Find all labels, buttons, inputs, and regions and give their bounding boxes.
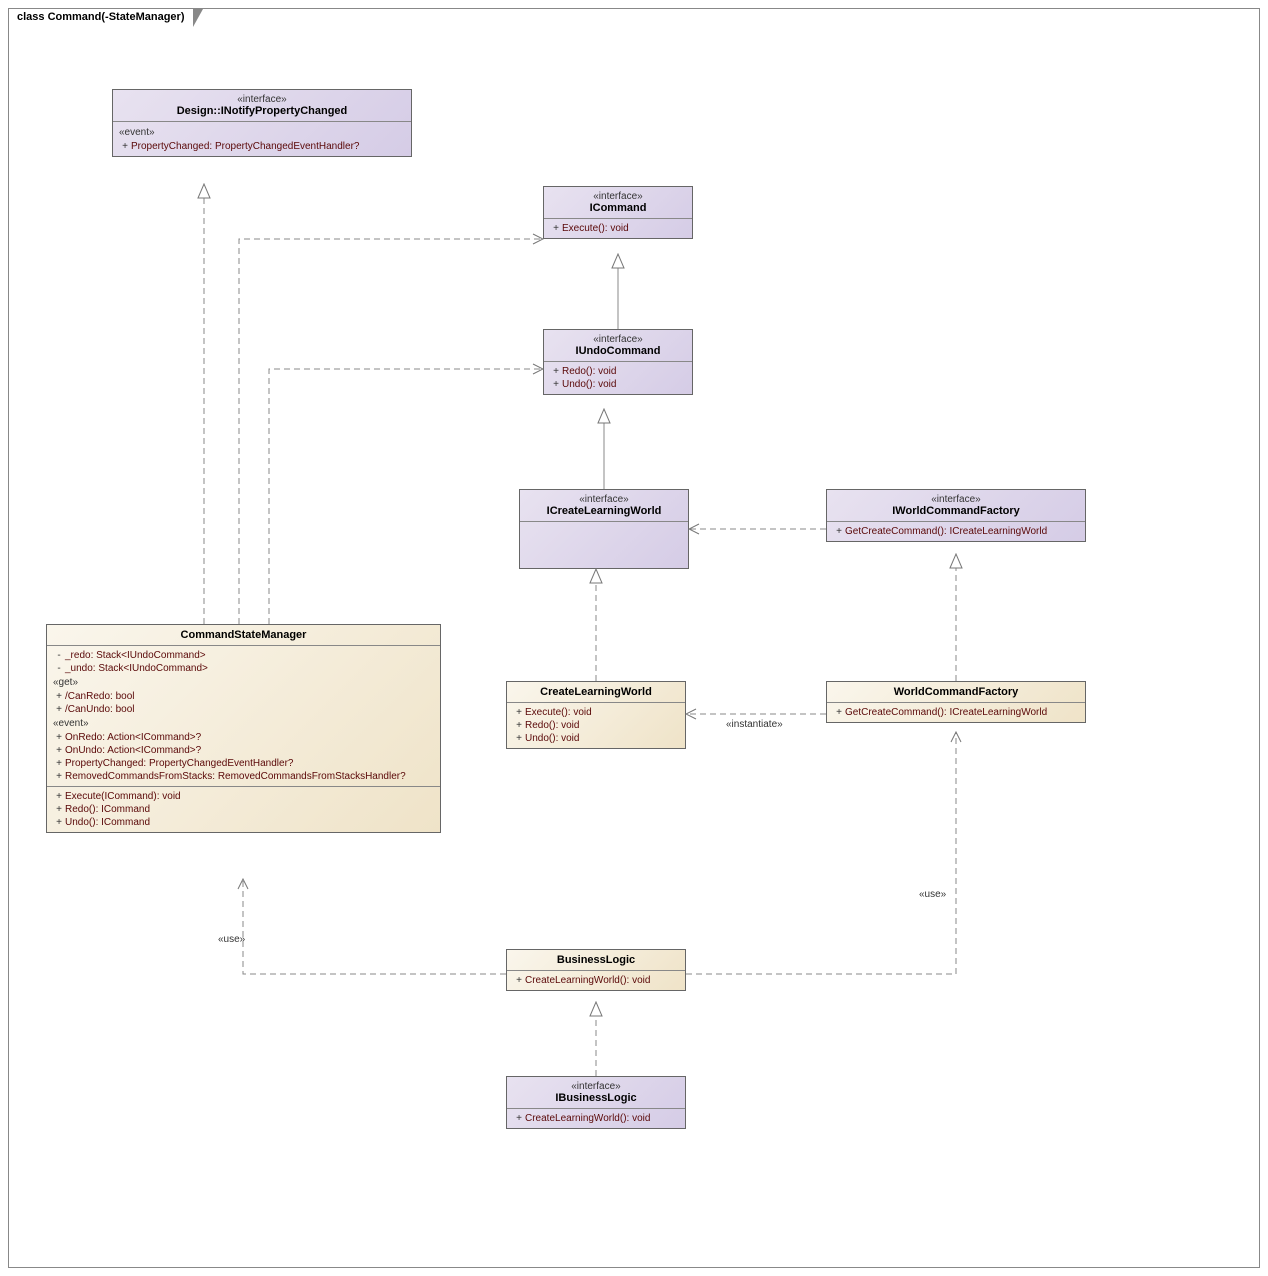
diagram-frame: class Command(-StateManager) «interface»…: [8, 8, 1260, 1268]
box-iworldcommandfactory: «interface» IWorldCommandFactory +GetCre…: [826, 489, 1086, 542]
box-ibusinesslogic: «interface» IBusinessLogic +CreateLearni…: [506, 1076, 686, 1129]
box-commandstatemanager: CommandStateManager -_redo: Stack<IUndoC…: [46, 624, 441, 833]
box-inotifypropertychanged: «interface» Design::INotifyPropertyChang…: [112, 89, 412, 157]
label-use-csm: «use»: [218, 934, 245, 945]
label-use-wcf: «use»: [919, 889, 946, 900]
box-icommand: «interface» ICommand +Execute(): void: [543, 186, 693, 239]
box-businesslogic: BusinessLogic +CreateLearningWorld(): vo…: [506, 949, 686, 991]
frame-tab: class Command(-StateManager): [8, 8, 194, 25]
diagram-title: class Command(-StateManager): [17, 11, 185, 23]
box-icreatelearningworld: «interface» ICreateLearningWorld: [519, 489, 689, 569]
box-worldcommandfactory: WorldCommandFactory +GetCreateCommand():…: [826, 681, 1086, 723]
box-createlearningworld: CreateLearningWorld +Execute(): void +Re…: [506, 681, 686, 749]
label-instantiate: «instantiate»: [726, 719, 783, 730]
box-iundocommand: «interface» IUndoCommand +Redo(): void +…: [543, 329, 693, 395]
